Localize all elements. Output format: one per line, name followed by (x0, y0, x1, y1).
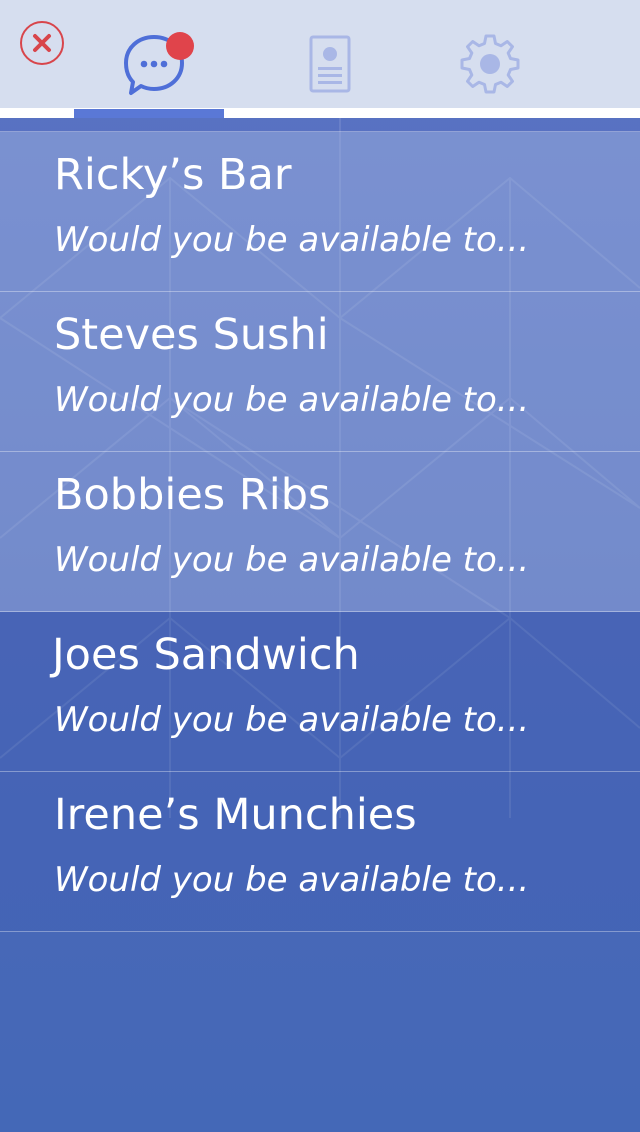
list-item[interactable]: Ricky’s Bar Would you be available to... (0, 132, 640, 292)
conversation-title: Ricky’s Bar (54, 150, 292, 200)
tab-settings[interactable] (452, 28, 528, 100)
conversation-title: Bobbies Ribs (54, 470, 331, 520)
close-icon (33, 34, 51, 52)
conversation-list: Ricky’s Bar Would you be available to...… (0, 132, 640, 932)
conversation-title: Steves Sushi (54, 310, 329, 360)
conversation-preview: Would you be available to... (54, 380, 530, 420)
conversation-preview: Would you be available to... (54, 220, 530, 260)
gear-icon (460, 34, 520, 94)
conversation-preview: Would you be available to... (54, 700, 530, 740)
tab-profile[interactable] (292, 28, 368, 100)
list-item[interactable]: Bobbies Ribs Would you be available to..… (0, 452, 640, 612)
conversation-title: Irene’s Munchies (54, 790, 417, 840)
conversation-title: Joes Sandwich (52, 630, 360, 680)
list-item[interactable]: Joes Sandwich Would you be available to.… (0, 612, 640, 772)
close-button[interactable] (20, 21, 64, 65)
conversation-preview: Would you be available to... (54, 540, 530, 580)
contact-card-icon (309, 35, 351, 93)
active-tab-indicator (74, 109, 224, 118)
list-item[interactable]: Irene’s Munchies Would you be available … (0, 772, 640, 932)
top-tab-bar (0, 0, 640, 108)
list-item[interactable]: Steves Sushi Would you be available to..… (0, 292, 640, 452)
notification-badge (166, 32, 194, 60)
conversation-preview: Would you be available to... (54, 860, 530, 900)
